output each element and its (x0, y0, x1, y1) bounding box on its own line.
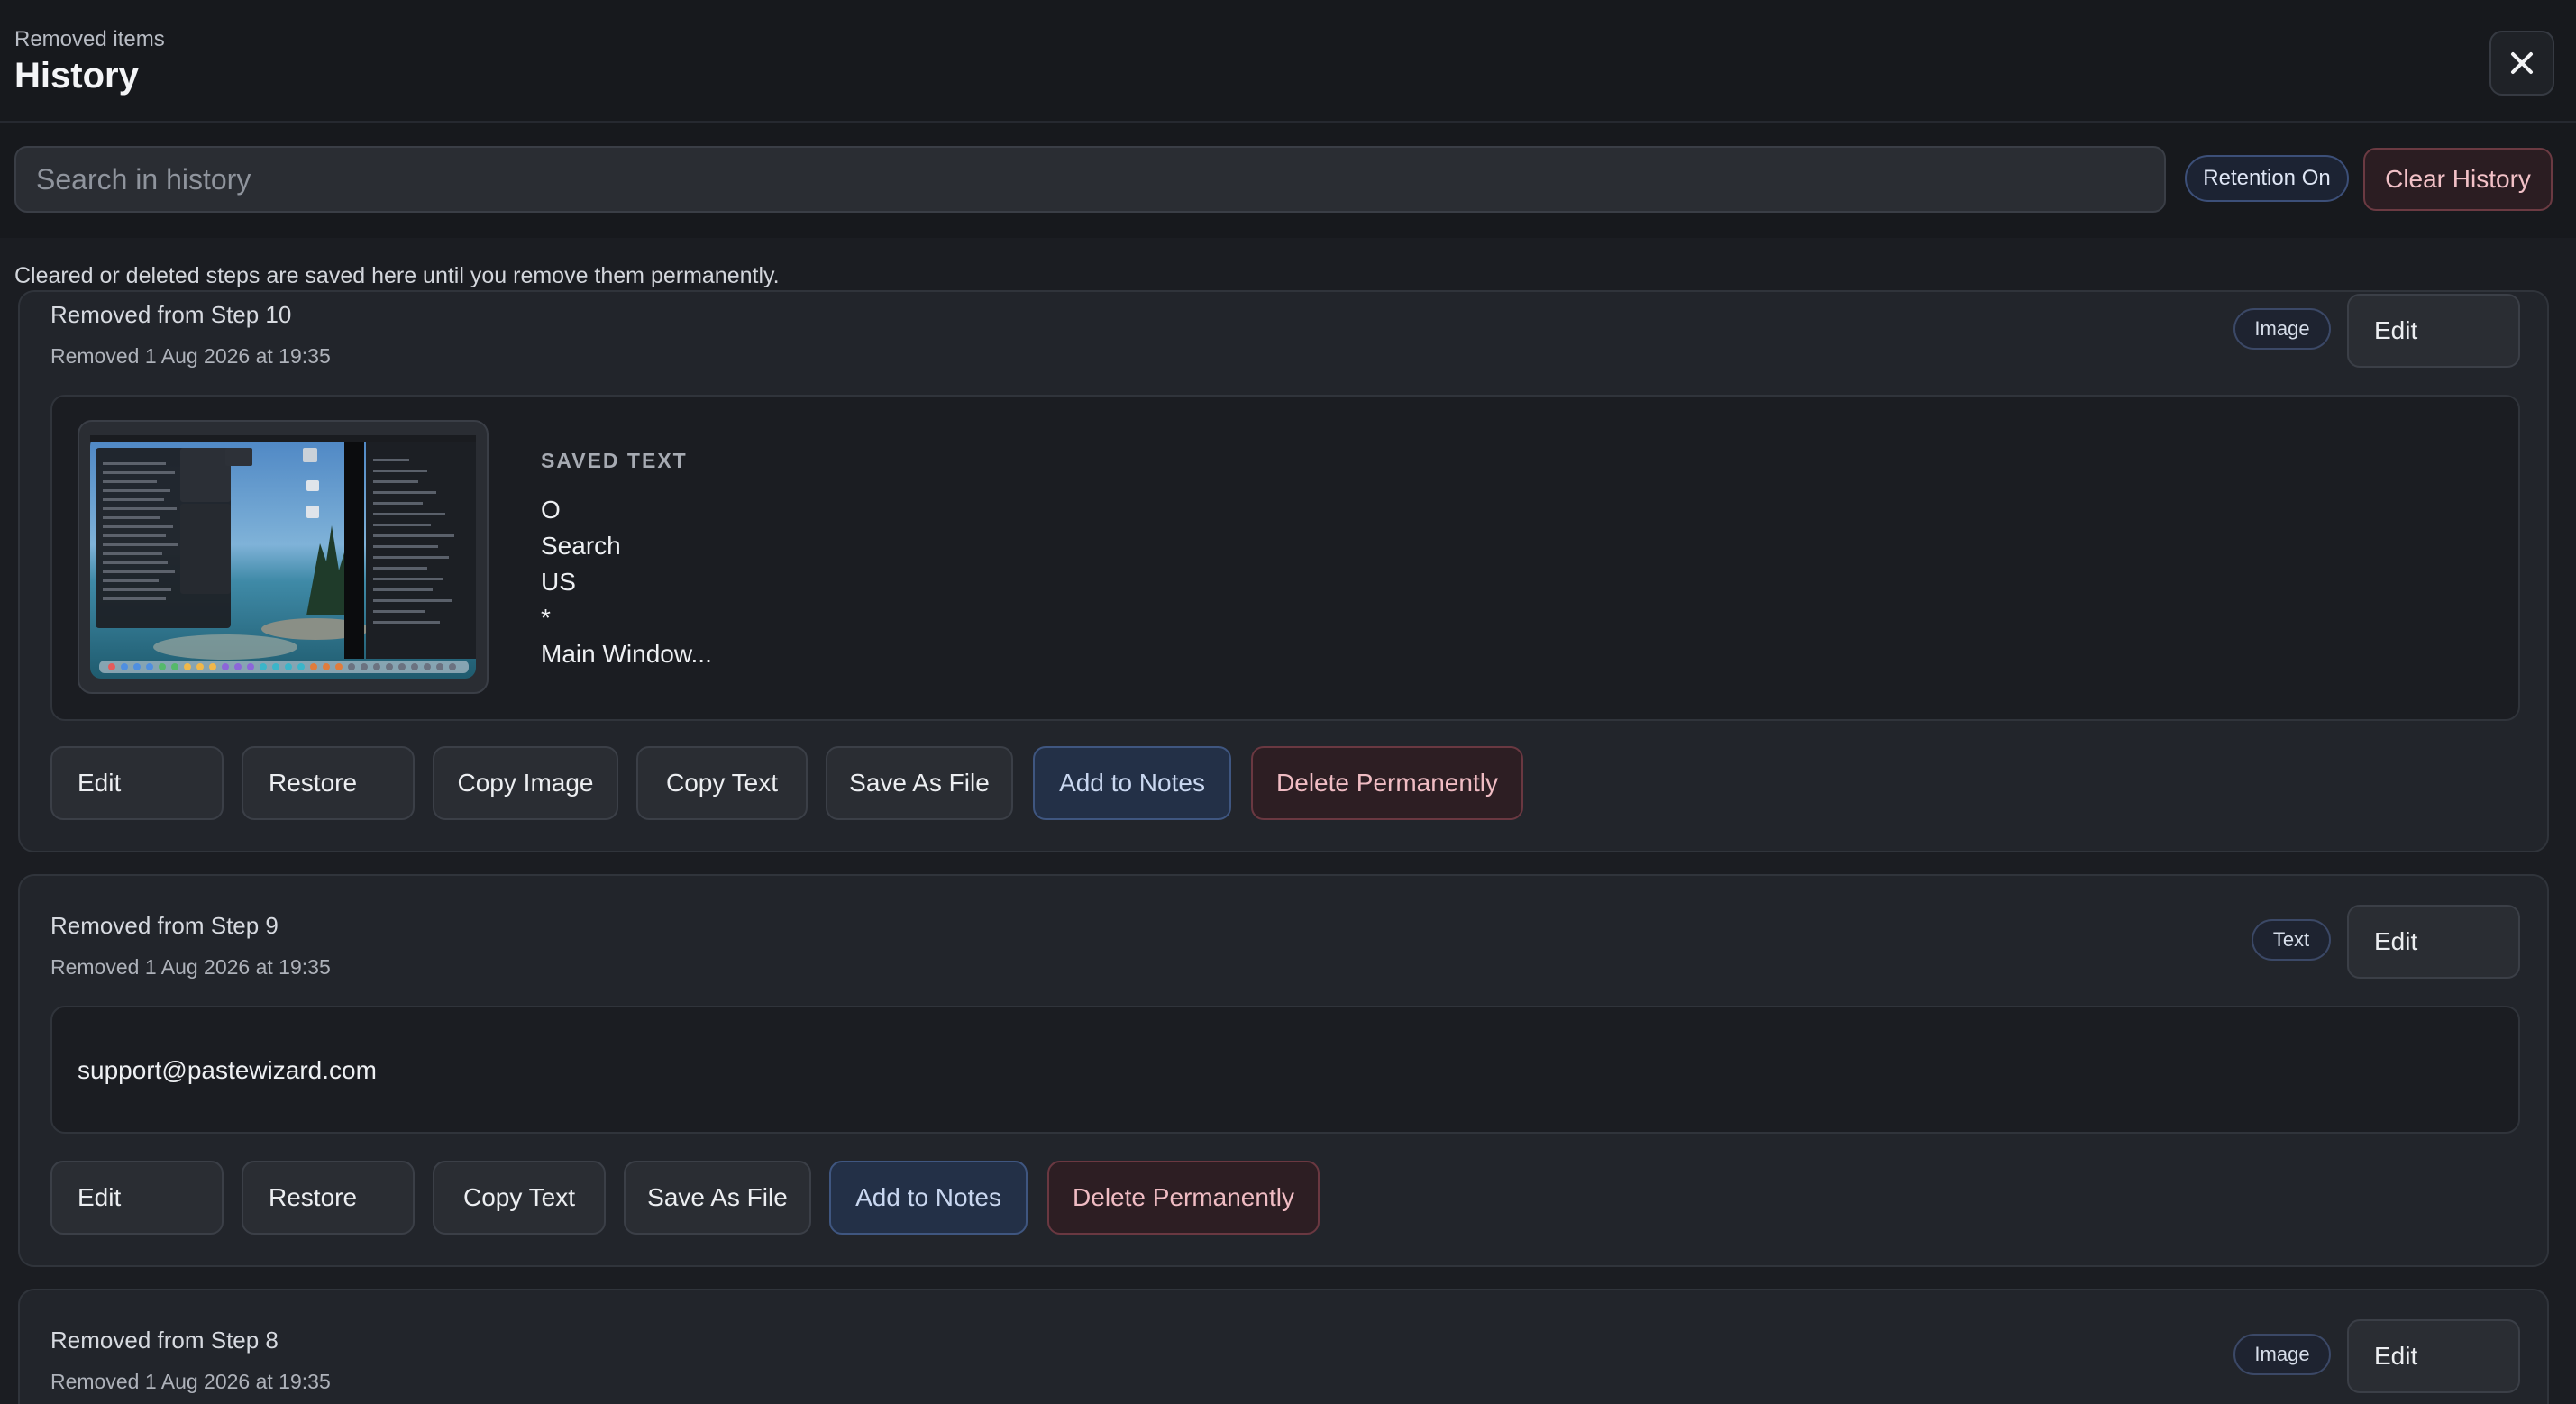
history-item: Removed from Step 8 Removed 1 Aug 2026 a… (18, 1289, 2549, 1404)
item-origin: Removed from Step 9 (50, 912, 279, 939)
copy-image-button[interactable]: Copy Image (433, 746, 618, 820)
page-title: History (14, 56, 139, 96)
close-button[interactable] (2489, 31, 2554, 96)
search-input[interactable] (14, 146, 2166, 213)
add-to-notes-button[interactable]: Add to Notes (1033, 746, 1231, 820)
item-type-badge: Image (2233, 308, 2331, 350)
saved-text-line: * (541, 604, 551, 632)
item-removed-time: Removed 1 Aug 2026 at 19:35 (50, 344, 331, 368)
header-edit-button[interactable]: Edit (2347, 1319, 2520, 1393)
history-description: Cleared or deleted steps are saved here … (14, 263, 780, 288)
item-removed-time: Removed 1 Aug 2026 at 19:35 (50, 955, 331, 979)
header-edit-button[interactable]: Edit (2347, 294, 2520, 368)
history-item: Removed from Step 9 Removed 1 Aug 2026 a… (18, 874, 2549, 1267)
history-header: Removed items History (0, 0, 2576, 123)
add-to-notes-button[interactable]: Add to Notes (829, 1161, 1028, 1235)
item-type-badge: Image (2233, 1334, 2331, 1375)
clear-history-button[interactable]: Clear History (2363, 148, 2553, 211)
saved-text-label: SAVED TEXT (541, 449, 688, 472)
header-eyebrow: Removed items (14, 27, 165, 51)
copy-text-button[interactable]: Copy Text (433, 1161, 606, 1235)
saved-text-line: O (541, 496, 561, 524)
item-origin: Removed from Step 10 (50, 301, 292, 328)
saved-text-line: Search (541, 532, 621, 560)
edit-button[interactable]: Edit (50, 1161, 224, 1235)
saved-text-line: US (541, 568, 576, 596)
item-preview: SAVED TEXT O Search US * Main Window... (50, 395, 2520, 721)
item-removed-time: Removed 1 Aug 2026 at 19:35 (50, 1370, 331, 1393)
history-item: Removed from Step 10 Removed 1 Aug 2026 … (18, 290, 2549, 852)
saved-text-content: O Search US * Main Window... (541, 492, 712, 672)
screenshot-thumbnail-icon (90, 435, 476, 679)
edit-button[interactable]: Edit (50, 746, 224, 820)
saved-text-line: Main Window... (541, 640, 712, 668)
delete-permanently-button[interactable]: Delete Permanently (1251, 746, 1523, 820)
delete-permanently-button[interactable]: Delete Permanently (1047, 1161, 1320, 1235)
history-window: Removed items History Retention On Clear… (0, 0, 2576, 1404)
close-icon (2511, 52, 2533, 74)
item-preview: support@pastewizard.com (50, 1006, 2520, 1134)
item-type-badge: Text (2252, 919, 2331, 961)
header-edit-button[interactable]: Edit (2347, 905, 2520, 979)
item-origin: Removed from Step 8 (50, 1327, 279, 1354)
saved-text-value: support@pastewizard.com (78, 1056, 377, 1084)
restore-button[interactable]: Restore (242, 746, 415, 820)
copy-text-button[interactable]: Copy Text (636, 746, 808, 820)
restore-button[interactable]: Restore (242, 1161, 415, 1235)
save-as-file-button[interactable]: Save As File (826, 746, 1013, 820)
save-as-file-button[interactable]: Save As File (624, 1161, 811, 1235)
retention-toggle[interactable]: Retention On (2185, 155, 2349, 202)
history-toolbar: Retention On Clear History (0, 123, 2576, 238)
image-thumbnail[interactable] (78, 420, 489, 694)
